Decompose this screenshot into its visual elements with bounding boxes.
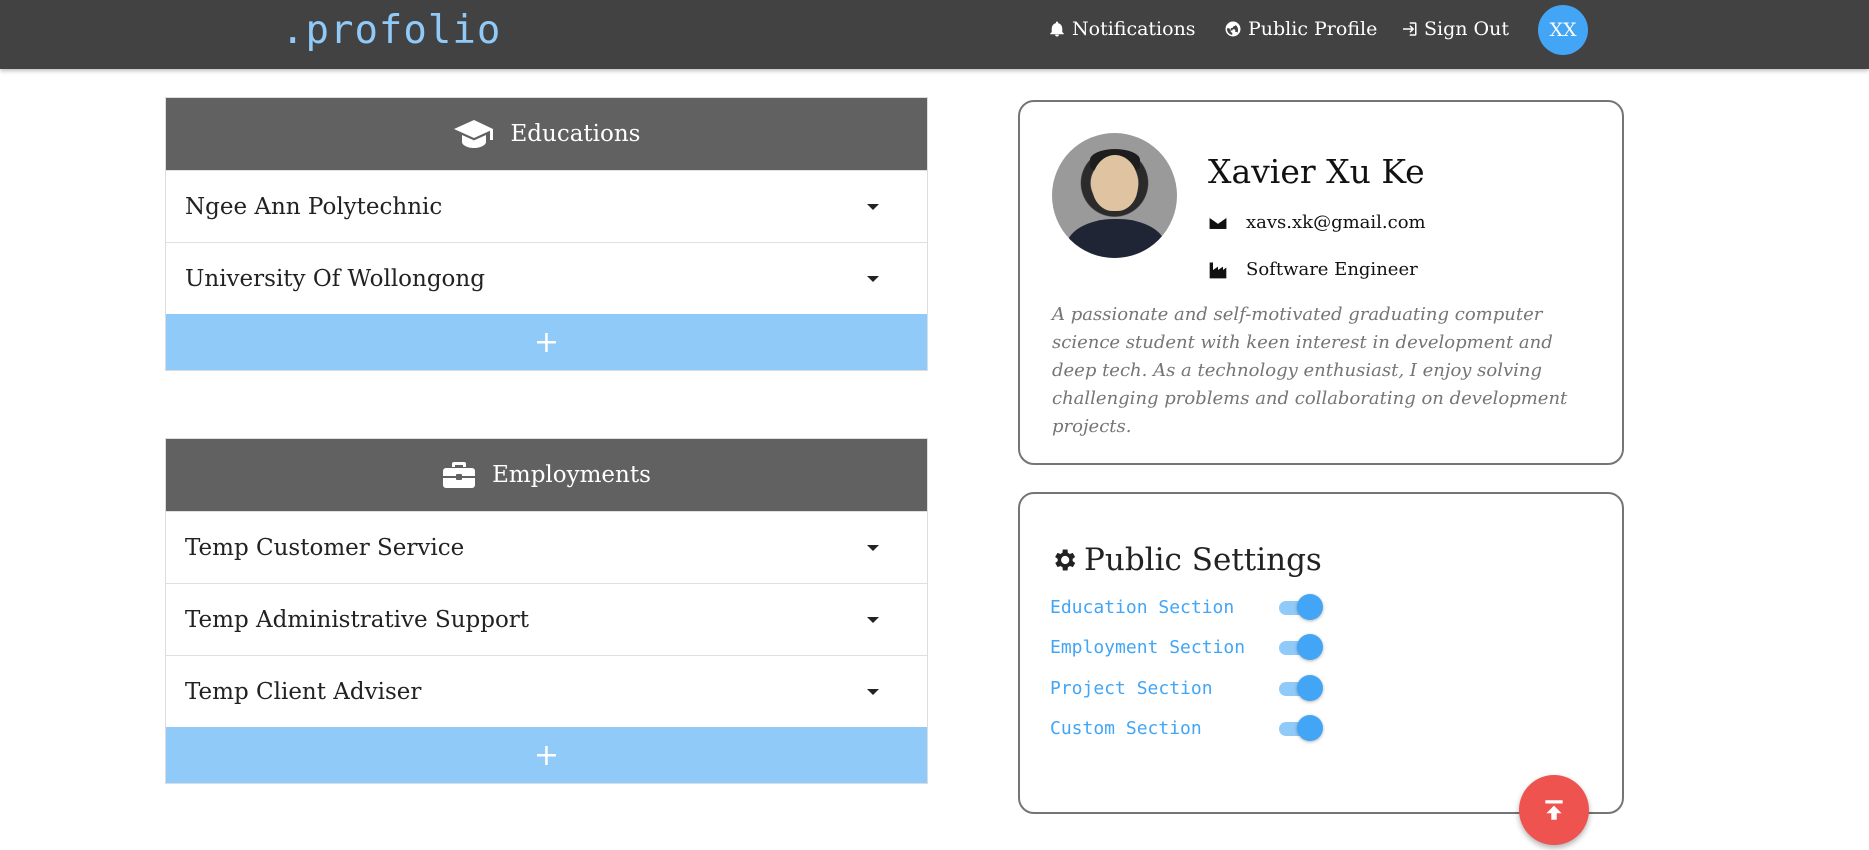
sign-out-link[interactable]: Sign Out — [1400, 17, 1509, 41]
settings-title: Public Settings — [1050, 542, 1322, 578]
employment-item-label: Temp Customer Service — [185, 534, 465, 561]
bell-icon — [1050, 21, 1064, 37]
occupation-row: Software Engineer — [1208, 259, 1418, 280]
employment-item[interactable]: Temp Customer Service — [166, 511, 927, 583]
graduation-cap-icon — [453, 120, 493, 148]
education-item-label: Ngee Ann Polytechnic — [185, 193, 443, 220]
email-text: xavs.xk@gmail.com — [1246, 212, 1426, 233]
employment-item-label: Temp Administrative Support — [185, 606, 530, 633]
education-item-label: University Of Wollongong — [185, 265, 485, 292]
toggle-label: Employment Section — [1050, 636, 1246, 658]
toggle-row-education: Education Section — [1050, 594, 1323, 620]
profile-photo — [1052, 133, 1177, 258]
employments-title: Employments — [492, 462, 651, 488]
envelope-icon — [1209, 216, 1227, 229]
profile-name: Xavier Xu Ke — [1208, 152, 1425, 191]
notifications-link[interactable]: Notifications — [1048, 17, 1196, 41]
public-profile-link[interactable]: Public Profile — [1224, 17, 1377, 41]
toggle-row-project: Project Section — [1050, 675, 1323, 701]
public-settings-card: Public Settings Education Section Employ… — [1018, 492, 1624, 814]
profile-card: Xavier Xu Ke xavs.xk@gmail.com Software … — [1018, 100, 1624, 465]
public-profile-label: Public Profile — [1248, 18, 1378, 40]
occupation-text: Software Engineer — [1246, 259, 1418, 280]
globe-icon — [1225, 21, 1241, 37]
toggle-row-custom: Custom Section — [1050, 715, 1323, 741]
caret-down-icon[interactable] — [867, 276, 879, 282]
add-employment-button[interactable]: + — [166, 727, 927, 783]
industry-icon — [1209, 262, 1227, 278]
toggle-row-employment: Employment Section — [1050, 634, 1323, 660]
educations-panel: Educations Ngee Ann Polytechnic Universi… — [165, 97, 928, 371]
employments-header: Employments — [166, 439, 927, 511]
notifications-label: Notifications — [1072, 18, 1196, 40]
custom-section-toggle[interactable] — [1275, 715, 1323, 741]
toggle-label: Education Section — [1050, 596, 1235, 618]
caret-down-icon[interactable] — [867, 204, 879, 210]
employment-item-label: Temp Client Adviser — [185, 678, 422, 705]
caret-down-icon[interactable] — [867, 545, 879, 551]
sign-out-icon — [1403, 22, 1417, 36]
email-row: xavs.xk@gmail.com — [1208, 212, 1426, 233]
add-education-button[interactable]: + — [166, 314, 927, 370]
education-section-toggle[interactable] — [1275, 594, 1323, 620]
caret-down-icon[interactable] — [867, 617, 879, 623]
brand-logo[interactable]: .profolio — [281, 8, 501, 53]
educations-header: Educations — [166, 98, 927, 170]
education-item[interactable]: Ngee Ann Polytechnic — [166, 170, 927, 242]
briefcase-icon — [443, 462, 476, 488]
employments-panel: Employments Temp Customer Service Temp A… — [165, 438, 928, 784]
toggle-label: Project Section — [1050, 677, 1213, 699]
settings-title-text: Public Settings — [1084, 542, 1322, 578]
toggle-label: Custom Section — [1050, 717, 1202, 739]
scroll-to-top-button[interactable] — [1519, 775, 1589, 845]
gear-icon — [1055, 549, 1076, 571]
user-avatar[interactable]: XX — [1538, 5, 1588, 55]
arrow-to-top-icon — [1545, 800, 1563, 820]
educations-title: Educations — [510, 121, 641, 147]
profile-bio: A passionate and self-motivated graduati… — [1052, 304, 1568, 437]
employment-section-toggle[interactable] — [1275, 634, 1323, 660]
education-item[interactable]: University Of Wollongong — [166, 242, 927, 314]
caret-down-icon[interactable] — [867, 689, 879, 695]
sign-out-label: Sign Out — [1424, 18, 1509, 40]
navbar: .profolio Notifications Public Profile S… — [0, 0, 1869, 69]
employment-item[interactable]: Temp Client Adviser — [166, 655, 927, 727]
project-section-toggle[interactable] — [1275, 675, 1323, 701]
employment-item[interactable]: Temp Administrative Support — [166, 583, 927, 655]
